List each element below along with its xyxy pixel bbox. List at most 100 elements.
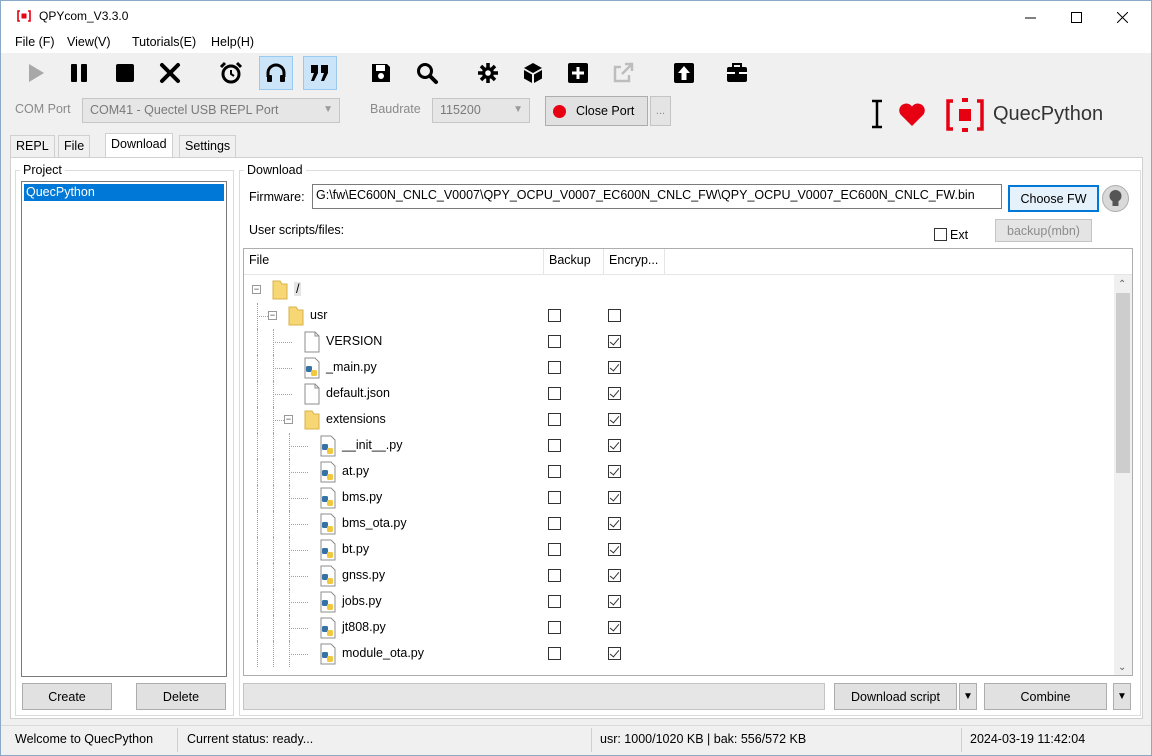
backup-checkbox[interactable] [548, 569, 561, 582]
add-button[interactable] [561, 56, 595, 90]
tree-row[interactable]: bms.py [244, 485, 1114, 511]
encrypt-checkbox[interactable] [608, 569, 621, 582]
maximize-button[interactable] [1053, 1, 1099, 33]
tree-row[interactable]: __init__.py [244, 433, 1114, 459]
tab-repl[interactable]: REPL [10, 135, 55, 157]
tree-row[interactable]: jobs.py [244, 589, 1114, 615]
backup-checkbox[interactable] [548, 335, 561, 348]
tab-settings[interactable]: Settings [179, 135, 237, 157]
scroll-down-icon[interactable]: ⌄ [1118, 662, 1126, 673]
encrypt-checkbox[interactable] [608, 647, 621, 660]
tree-row[interactable]: _main.py [244, 355, 1114, 381]
encrypt-checkbox[interactable] [608, 491, 621, 504]
list-item[interactable]: QuecPython [24, 184, 224, 201]
backup-checkbox[interactable] [548, 517, 561, 530]
encrypt-checkbox[interactable] [608, 543, 621, 556]
backup-checkbox[interactable] [548, 413, 561, 426]
backup-checkbox[interactable] [548, 647, 561, 660]
create-button[interactable]: Create [22, 683, 112, 710]
tree-row[interactable]: jt808.py [244, 615, 1114, 641]
column-encrypt[interactable]: Encryp... [604, 249, 665, 275]
column-backup[interactable]: Backup [544, 249, 604, 275]
collapse-toggle-icon[interactable]: − [268, 311, 277, 320]
encrypt-checkbox[interactable] [608, 413, 621, 426]
backup-checkbox[interactable] [548, 621, 561, 634]
tab-file[interactable]: File [58, 135, 91, 157]
backup-checkbox[interactable] [548, 543, 561, 556]
status-separator [591, 728, 592, 752]
timer-button[interactable] [214, 56, 248, 90]
backup-checkbox[interactable] [548, 309, 561, 322]
save-button[interactable] [364, 56, 398, 90]
tree-scrollbar[interactable]: ⌃ ⌄ [1114, 275, 1132, 675]
firmware-path-input[interactable]: G:\fw\EC600N_CNLC_V0007\QPY_OCPU_V0007_E… [312, 184, 1002, 209]
tree-row[interactable]: default.json [244, 381, 1114, 407]
tree-row[interactable]: − extensions [244, 407, 1114, 433]
more-button[interactable]: ... [650, 96, 671, 126]
play-button[interactable] [18, 56, 52, 90]
encrypt-checkbox[interactable] [608, 439, 621, 452]
backup-checkbox[interactable] [548, 439, 561, 452]
encrypt-checkbox[interactable] [608, 309, 621, 322]
backup-mbn-button[interactable]: backup(mbn) [995, 219, 1092, 242]
backup-checkbox[interactable] [548, 361, 561, 374]
hint-button[interactable] [1102, 185, 1129, 212]
tree-connector [273, 615, 274, 641]
backup-checkbox[interactable] [548, 387, 561, 400]
menu-view[interactable]: View(V) [67, 35, 111, 49]
close-port-button[interactable]: Close Port [545, 96, 648, 126]
menu-file[interactable]: File (F) [15, 35, 55, 49]
tree-row[interactable]: bms_ota.py [244, 511, 1114, 537]
clear-button[interactable] [153, 56, 187, 90]
baudrate-select[interactable]: 115200 ▼ [432, 98, 530, 123]
tree-row[interactable]: bt.py [244, 537, 1114, 563]
combine-options-button[interactable]: ▼ [1113, 683, 1131, 710]
tree-row[interactable]: VERSION [244, 329, 1114, 355]
toolbox-button[interactable] [720, 56, 754, 90]
project-list[interactable]: QuecPython [21, 181, 227, 677]
tree-row[interactable]: at.py [244, 459, 1114, 485]
encrypt-checkbox[interactable] [608, 335, 621, 348]
encrypt-checkbox[interactable] [608, 361, 621, 374]
collapse-toggle-icon[interactable]: − [284, 415, 293, 424]
tree-row[interactable]: gnss.py [244, 563, 1114, 589]
tree-row[interactable]: − / [244, 277, 1114, 303]
encrypt-checkbox[interactable] [608, 465, 621, 478]
encrypt-checkbox[interactable] [608, 517, 621, 530]
collapse-toggle-icon[interactable]: − [252, 285, 261, 294]
auto-reconnect-button[interactable] [259, 56, 293, 90]
menu-help[interactable]: Help(H) [211, 35, 254, 49]
upload-button[interactable] [667, 56, 701, 90]
encrypt-checkbox[interactable] [608, 621, 621, 634]
pause-button[interactable] [62, 56, 96, 90]
encrypt-checkbox[interactable] [608, 387, 621, 400]
export-button[interactable] [606, 56, 640, 90]
quote-button[interactable] [303, 56, 337, 90]
settings-button[interactable] [471, 56, 505, 90]
delete-button[interactable]: Delete [136, 683, 226, 710]
backup-checkbox[interactable] [548, 595, 561, 608]
backup-checkbox[interactable] [548, 465, 561, 478]
encrypt-checkbox[interactable] [608, 595, 621, 608]
scroll-up-icon[interactable]: ⌃ [1118, 279, 1126, 290]
stop-button[interactable] [108, 56, 142, 90]
download-script-button[interactable]: Download script [834, 683, 957, 710]
tab-download[interactable]: Download [105, 133, 173, 158]
ext-checkbox[interactable] [934, 228, 947, 241]
tree-connector [273, 355, 274, 381]
choose-fw-button[interactable]: Choose FW [1008, 185, 1099, 212]
package-button[interactable] [516, 56, 550, 90]
tree-connector [289, 563, 290, 589]
window-close-button[interactable] [1099, 1, 1145, 33]
search-button[interactable] [410, 56, 444, 90]
scrollbar-thumb[interactable] [1116, 293, 1130, 473]
menu-tutorials[interactable]: Tutorials(E) [132, 35, 196, 49]
minimize-button[interactable] [1007, 1, 1053, 33]
com-port-select[interactable]: COM41 - Quectel USB REPL Port ▼ [82, 98, 340, 123]
column-file[interactable]: File [244, 249, 544, 275]
tree-row[interactable]: module_ota.py [244, 641, 1114, 667]
backup-checkbox[interactable] [548, 491, 561, 504]
download-options-button[interactable]: ▼ [959, 683, 977, 710]
tree-row[interactable]: − usr [244, 303, 1114, 329]
combine-button[interactable]: Combine [984, 683, 1107, 710]
